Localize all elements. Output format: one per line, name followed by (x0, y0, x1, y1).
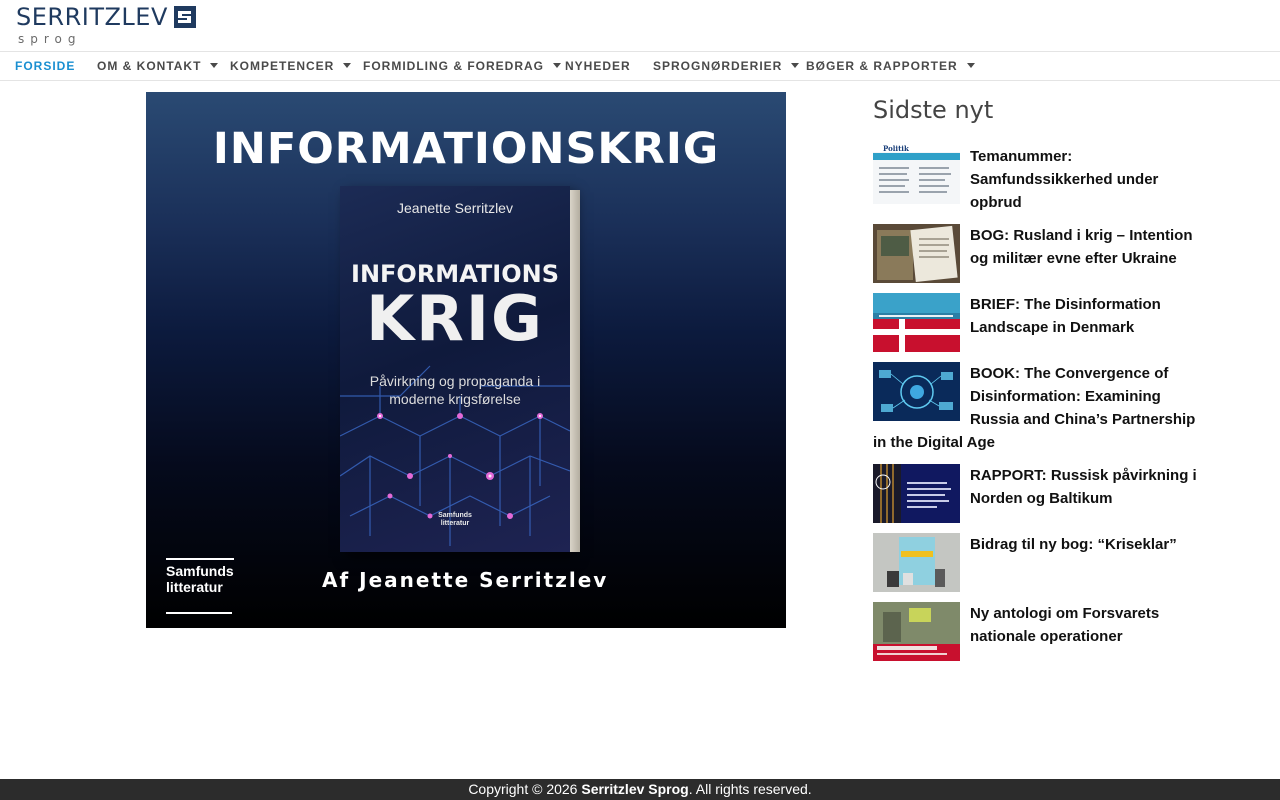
chevron-down-icon (791, 63, 800, 69)
nav-item-sprognoerderier[interactable]: SPROGNØRDERIER (653, 52, 800, 80)
site-header: SERRITZLEV sprog (0, 0, 1280, 51)
logo-tagline: sprog (18, 32, 82, 46)
book-photo-thumb[interactable] (873, 224, 960, 283)
circuit-pattern-icon (340, 365, 570, 546)
nav-item-label: KOMPETENCER (230, 59, 335, 73)
nav-item-nyheder[interactable]: NYHEDER (565, 52, 631, 80)
news-item[interactable]: BOOK: The Convergence of Disinformation:… (873, 362, 1203, 454)
svg-text:Politik: Politik (883, 145, 909, 153)
digital-network-thumb[interactable] (873, 362, 960, 421)
book-publisher-logo: Samfunds litteratur (438, 512, 472, 527)
sidebar-title: Sidste nyt (873, 96, 994, 124)
book-pages-edge (570, 190, 580, 552)
news-item[interactable]: Ny antologi om Forsvarets nationale oper… (873, 602, 1203, 661)
nav-item-om-kontakt[interactable]: OM & KONTAKT (97, 52, 219, 80)
nav-item-boeger-rapporter[interactable]: BØGER & RAPPORTER (806, 52, 975, 80)
banner-byline: Af Jeanette Serritzlev (322, 568, 609, 592)
banner-title: INFORMATIONSKRIG (212, 124, 720, 174)
news-item[interactable]: RAPPORT: Russisk påvirkning i Norden og … (873, 464, 1203, 523)
nav-item-label: FORSIDE (15, 59, 76, 73)
publisher-line-2: litteratur (166, 579, 223, 595)
publisher-logo: Samfunds litteratur (166, 558, 234, 595)
chevron-down-icon (210, 63, 219, 69)
politik-journal-thumb[interactable]: Politik (873, 145, 960, 204)
latest-news-sidebar: Sidste nyt Politik Temanummer: Samfundss… (873, 92, 1203, 671)
news-item[interactable]: Bidrag til ny bog: “Kriseklar” (873, 533, 1203, 592)
brand-mark-icon (174, 6, 196, 28)
nav-item-label: SPROGNØRDERIER (653, 59, 783, 73)
nav-item-forside[interactable]: FORSIDE (15, 52, 75, 80)
nav-item-label: BØGER & RAPPORTER (806, 59, 958, 73)
book-title-line-2: KRIG (366, 282, 544, 355)
chevron-down-icon (966, 63, 975, 69)
danish-flag-thumb[interactable] (873, 293, 960, 352)
nav-item-label: NYHEDER (565, 59, 631, 73)
news-item[interactable]: Politik Temanummer: Samfundssikkerhed un… (873, 145, 1203, 214)
main-navigation: FORSIDE OM & KONTAKT KOMPETENCER FORMIDL… (0, 51, 1280, 81)
book-subtitle: Påvirkning og propaganda i moderne krigs… (369, 373, 541, 407)
featured-book-banner[interactable]: INFORMATIONSKRIG Jeanette Serritzlev INF… (146, 92, 786, 628)
logo-wordmark: SERRITZLEV (16, 3, 168, 31)
book-author: Jeanette Serritzlev (397, 200, 513, 216)
copyright-suffix: . All rights reserved. (688, 781, 812, 797)
news-item[interactable]: BOG: Rusland i krig – Intention og milit… (873, 224, 1203, 283)
nav-item-label: FORMIDLING & FOREDRAG (363, 59, 544, 73)
nav-item-formidling-foredrag[interactable]: FORMIDLING & FOREDRAG (363, 52, 561, 80)
site-footer: Copyright © 2026 Serritzlev Sprog. All r… (0, 779, 1280, 800)
kriseklar-book-thumb[interactable] (873, 533, 960, 592)
news-item[interactable]: BRIEF: The Disinformation Landscape in D… (873, 293, 1203, 352)
hjemmefronten-book-thumb[interactable] (873, 602, 960, 661)
copyright-prefix: Copyright © 2026 (468, 781, 582, 797)
footer-brand-link[interactable]: Serritzlev Sprog (581, 781, 688, 797)
nav-item-kompetencer[interactable]: KOMPETENCER (230, 52, 352, 80)
book-cover: Jeanette Serritzlev INFORMATIONS KRIG På… (340, 186, 570, 552)
nav-item-label: OM & KONTAKT (97, 59, 202, 73)
chevron-down-icon (553, 63, 561, 69)
publisher-line-1: Samfunds (166, 563, 234, 579)
publisher-divider (166, 612, 232, 614)
report-cover-thumb[interactable] (873, 464, 960, 523)
chevron-down-icon (343, 63, 352, 69)
site-logo[interactable]: SERRITZLEV sprog (16, 4, 206, 48)
